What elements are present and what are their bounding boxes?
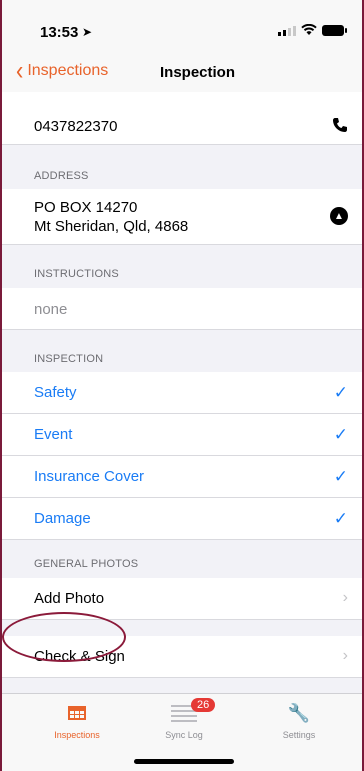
wrench-icon: 🔧: [287, 702, 311, 723]
checkmark-icon: ✓: [333, 383, 348, 402]
clipped-row: [2, 92, 362, 109]
instructions-value: none: [34, 301, 68, 318]
address-row[interactable]: PO BOX 14270 Mt Sheridan, Qld, 4868 ▲: [2, 189, 362, 245]
inspection-item-label: Safety: [34, 384, 77, 401]
tab-inspections[interactable]: Inspections: [32, 700, 122, 740]
navigation-bar: ‹ Inspections Inspection: [2, 56, 362, 92]
inspection-item-safety[interactable]: Safety ✓: [2, 372, 362, 414]
tab-label: Settings: [282, 730, 316, 740]
chevron-right-icon: ›: [342, 589, 348, 606]
inspection-item-insurance-cover[interactable]: Insurance Cover ✓: [2, 456, 362, 498]
wifi-icon: [301, 24, 317, 35]
phone-icon[interactable]: [332, 117, 348, 138]
tab-sync-log[interactable]: 26 Sync Log: [139, 698, 229, 740]
address-line2: Mt Sheridan, Qld, 4868: [34, 218, 189, 235]
instructions-header: INSTRUCTIONS: [34, 268, 119, 280]
back-label: Inspections: [27, 62, 109, 79]
page-title: Inspection: [160, 64, 236, 81]
inspection-item-damage[interactable]: Damage ✓: [2, 498, 362, 540]
sync-count-badge: 26: [191, 698, 216, 712]
checkmark-icon: ✓: [333, 425, 348, 444]
tab-label: Sync Log: [165, 730, 203, 740]
tab-settings[interactable]: 🔧 Settings: [254, 700, 344, 741]
general-photos-header: GENERAL PHOTOS: [34, 558, 139, 570]
battery-icon: [322, 24, 347, 36]
checkmark-icon: ✓: [333, 467, 348, 486]
back-button[interactable]: ‹ Inspections: [16, 55, 109, 86]
address-line1: PO BOX 14270: [34, 199, 138, 216]
phone-row[interactable]: 0437822370: [2, 109, 362, 145]
signal-icon: [278, 25, 296, 36]
checkmark-icon: ✓: [333, 509, 348, 528]
home-indicator: [134, 759, 234, 764]
inspection-item-label: Event: [34, 426, 73, 443]
add-photo-label: Add Photo: [34, 590, 105, 607]
inspection-item-event[interactable]: Event ✓: [2, 414, 362, 456]
status-time: 13:53: [40, 24, 79, 41]
location-icon: ➤: [82, 25, 93, 39]
calendar-grid-icon: [68, 706, 86, 720]
highlight-annotation: [2, 612, 126, 662]
inspection-item-label: Insurance Cover: [34, 468, 145, 485]
instructions-row: none: [2, 288, 362, 330]
inspection-item-label: Damage: [34, 510, 91, 527]
navigate-icon[interactable]: ▲: [330, 207, 348, 225]
tab-label: Inspections: [54, 730, 100, 740]
phone-number: 0437822370: [34, 118, 118, 135]
status-icons: [278, 24, 347, 36]
chevron-left-icon: ‹: [16, 55, 24, 86]
address-header: ADDRESS: [34, 170, 89, 182]
status-bar: 13:53 ➤: [2, 0, 362, 56]
inspection-header: INSPECTION: [34, 353, 104, 365]
chevron-right-icon: ›: [342, 647, 348, 664]
